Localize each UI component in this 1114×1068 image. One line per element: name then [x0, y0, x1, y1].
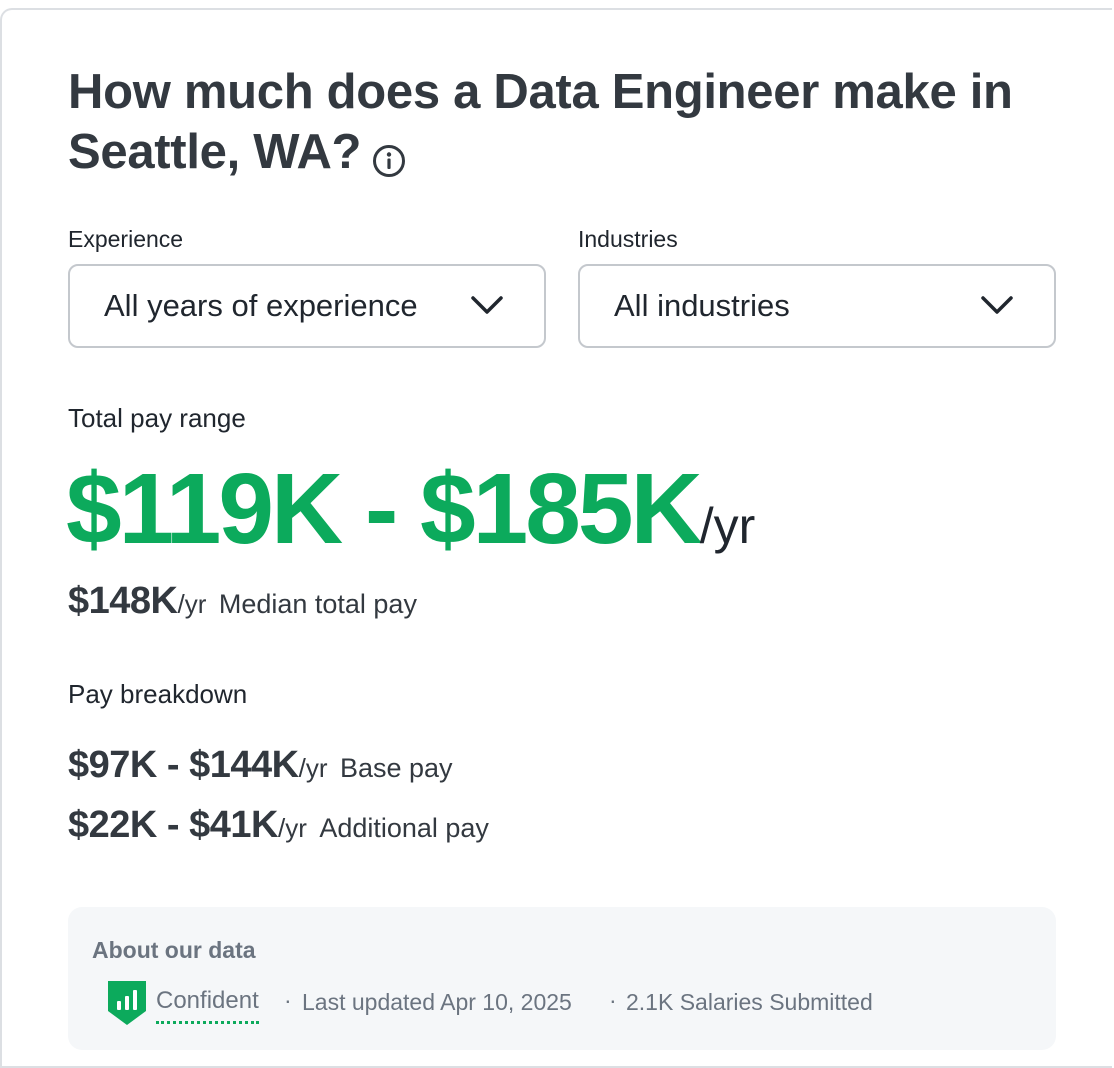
base-pay-range: $97K - $144K: [68, 744, 299, 786]
info-circle-icon[interactable]: [371, 133, 407, 178]
separator-dot: ·: [609, 987, 617, 1013]
experience-label: Experience: [68, 226, 184, 252]
total-pay-range: $119K - $185K/yr: [66, 452, 755, 567]
total-pay-label: Total pay range: [68, 403, 246, 433]
additional-pay-range: $22K - $41K: [68, 804, 278, 846]
additional-pay-label: Additional pay: [319, 813, 489, 843]
median-pay: $148K/yr Median total pay: [68, 580, 417, 623]
base-pay-label: Base pay: [339, 753, 453, 783]
base-pay-row: $97K - $144K/yr Base pay: [68, 744, 453, 787]
industries-label: Industries: [578, 226, 678, 252]
additional-pay-unit: /yr: [277, 813, 307, 843]
median-pay-unit: /yr: [177, 589, 207, 619]
last-updated: Last updated Apr 10, 2025: [302, 989, 572, 1015]
separator-dot: ·: [284, 987, 292, 1013]
salary-card: How much does a Data Engineer make in Se…: [0, 8, 1112, 1068]
page-title: How much does a Data Engineer make in Se…: [68, 62, 1048, 182]
about-data-panel: About our data Confident · Last updated …: [68, 907, 1056, 1050]
shield-bar-chart-icon: [108, 981, 146, 1025]
about-data-title: About our data: [92, 937, 256, 963]
chevron-down-icon: [981, 296, 1013, 314]
confidence-level[interactable]: Confident: [156, 987, 259, 1024]
median-pay-label: Median total pay: [218, 589, 417, 619]
pay-breakdown-label: Pay breakdown: [68, 679, 248, 709]
experience-selected-value: All years of experience: [104, 288, 418, 323]
base-pay-unit: /yr: [298, 753, 328, 783]
industries-selected-value: All industries: [614, 288, 790, 323]
total-pay-range-value: $119K - $185K: [66, 453, 703, 565]
industries-select[interactable]: All industries: [578, 264, 1056, 348]
chevron-down-icon: [471, 296, 503, 314]
total-pay-range-unit: /yr: [699, 498, 756, 554]
salaries-submitted: 2.1K Salaries Submitted: [626, 989, 873, 1015]
additional-pay-row: $22K - $41K/yr Additional pay: [68, 804, 489, 847]
median-pay-value: $148K: [68, 580, 178, 622]
experience-select[interactable]: All years of experience: [68, 264, 546, 348]
page-title-text: How much does a Data Engineer make in Se…: [68, 65, 1013, 179]
